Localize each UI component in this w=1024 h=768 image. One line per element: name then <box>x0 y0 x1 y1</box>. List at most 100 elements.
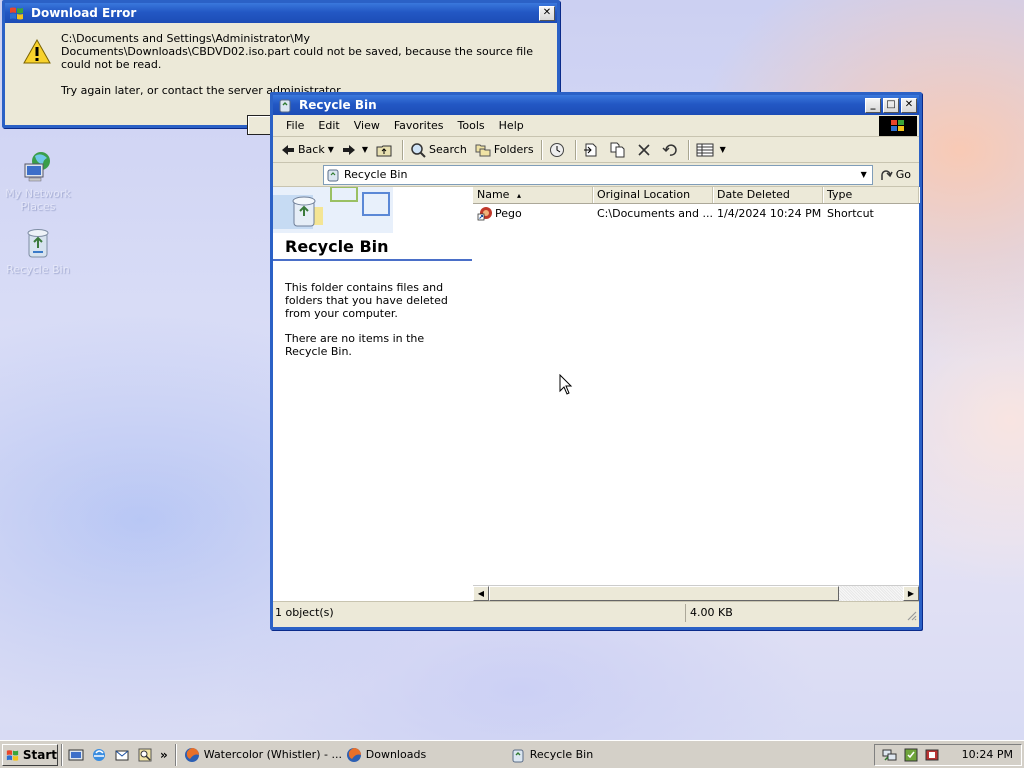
maximize-button[interactable]: □ <box>883 97 899 113</box>
delete-button[interactable] <box>633 139 658 161</box>
column-header-name[interactable]: Name ▴ <box>473 187 593 203</box>
taskbar: Start » Watercolor (Whistler) - ... Down… <box>0 740 1024 768</box>
menu-view[interactable]: View <box>347 119 387 132</box>
resize-grip-icon[interactable] <box>905 609 917 621</box>
taskbar-task-recycle-bin[interactable]: Recycle Bin <box>506 744 666 766</box>
system-tray: 10:24 PM <box>873 743 1022 766</box>
column-header-type[interactable]: Type <box>823 187 919 203</box>
search-icon[interactable] <box>135 745 155 765</box>
menu-tools[interactable]: Tools <box>451 119 492 132</box>
task-label: Recycle Bin <box>529 748 594 761</box>
menu-help[interactable]: Help <box>492 119 531 132</box>
dialog-close-button[interactable]: ✕ <box>539 5 555 21</box>
windows-flag-icon <box>10 7 23 20</box>
chevron-down-icon[interactable]: ▼ <box>720 145 726 154</box>
forward-button[interactable]: ▼ <box>338 139 372 161</box>
quick-launch: » <box>66 745 172 765</box>
menu-bar: File Edit View Favorites Tools Help <box>273 115 919 137</box>
internet-explorer-icon[interactable] <box>89 745 109 765</box>
menu-file[interactable]: File <box>279 119 311 132</box>
standard-toolbar: Back ▼ ▼ Search Folders ▼ <box>273 137 919 163</box>
address-input[interactable]: Recycle Bin ▼ <box>323 164 873 185</box>
toolbar-separator <box>540 139 542 160</box>
go-arrow-icon <box>880 169 893 180</box>
close-button[interactable]: ✕ <box>901 97 917 113</box>
start-button[interactable]: Start <box>2 743 58 766</box>
desktop-icon-network-places[interactable]: My Network Places <box>0 150 76 213</box>
minimize-button[interactable]: _ <box>865 97 881 113</box>
content-area: Recycle Bin This folder contains files a… <box>273 187 919 601</box>
task-pane-description: This folder contains files and folders t… <box>273 261 472 358</box>
scroll-left-button[interactable]: ◀ <box>473 586 489 601</box>
recycle-bin-icon <box>279 99 291 113</box>
up-folder-icon <box>376 145 392 156</box>
windows-flag-icon <box>6 749 19 761</box>
taskbar-task-watercolor[interactable]: Watercolor (Whistler) - ... <box>180 744 342 766</box>
search-button[interactable]: Search <box>406 139 471 161</box>
folders-label: Folders <box>493 143 534 156</box>
back-button[interactable]: Back ▼ <box>277 139 338 161</box>
taskbar-task-downloads[interactable]: Downloads <box>342 744 506 766</box>
move-to-button[interactable] <box>579 139 606 161</box>
hardware-tray-icon[interactable] <box>923 747 941 763</box>
scrollbar-track[interactable] <box>839 586 903 601</box>
security-tray-icon[interactable] <box>902 747 920 763</box>
toolbar-separator <box>574 139 576 160</box>
search-icon <box>411 142 426 158</box>
chevron-down-icon[interactable]: ▼ <box>856 166 872 184</box>
go-button[interactable]: Go <box>879 168 915 182</box>
horizontal-scrollbar[interactable]: ◀ ▶ <box>473 585 919 601</box>
history-clock-icon <box>549 142 564 157</box>
undo-icon <box>662 143 677 156</box>
chevron-down-icon[interactable]: ▼ <box>362 145 368 154</box>
window-title-bar[interactable]: Recycle Bin _ □ ✕ <box>273 95 919 115</box>
search-label: Search <box>429 143 467 156</box>
column-header-original-location[interactable]: Original Location <box>593 187 713 203</box>
scroll-right-button[interactable]: ▶ <box>903 586 919 601</box>
desktop-icon-recycle-bin[interactable]: Recycle Bin <box>0 226 76 276</box>
address-value: Recycle Bin <box>344 168 408 181</box>
item-type: Shortcut <box>827 206 874 220</box>
item-date-deleted: 1/4/2024 10:24 PM <box>717 206 822 220</box>
folders-button[interactable]: Folders <box>471 139 538 161</box>
toolbar-separator <box>687 139 689 160</box>
delete-x-icon <box>637 143 650 156</box>
system-clock[interactable]: 10:24 PM <box>962 748 1013 761</box>
item-original-location: C:\Documents and ... <box>597 206 713 220</box>
dialog-title-bar[interactable]: Download Error ✕ <box>5 3 557 23</box>
chevron-down-icon[interactable]: ▼ <box>328 145 334 154</box>
warning-icon <box>23 39 51 64</box>
scrollbar-thumb[interactable] <box>489 586 839 601</box>
network-tray-icon[interactable] <box>881 747 899 763</box>
address-bar: Recycle Bin ▼ Go <box>273 163 919 187</box>
undo-button[interactable] <box>658 139 685 161</box>
copy-to-button[interactable] <box>606 139 633 161</box>
history-button[interactable] <box>545 139 572 161</box>
task-label: Watercolor (Whistler) - ... <box>203 748 342 761</box>
task-pane-title: Recycle Bin <box>285 237 389 256</box>
desktop-icon-label: My Network Places <box>5 187 71 213</box>
forward-arrow-icon <box>342 144 355 155</box>
list-item[interactable]: Pego C:\Documents and ... 1/4/2024 10:24… <box>473 204 919 222</box>
quick-launch-more[interactable]: » <box>160 748 168 762</box>
sort-ascending-icon: ▴ <box>516 191 521 200</box>
recycle-bin-icon <box>292 196 316 227</box>
menu-edit[interactable]: Edit <box>311 119 346 132</box>
window-title: Recycle Bin <box>299 98 377 112</box>
empty-notice-text: There are no items in the Recycle Bin. <box>285 332 425 358</box>
item-name-cell: Pego <box>473 205 593 221</box>
show-desktop-icon[interactable] <box>66 745 86 765</box>
column-header-date-deleted[interactable]: Date Deleted <box>713 187 823 203</box>
views-button[interactable]: ▼ <box>692 139 730 161</box>
file-list: Name ▴ Original Location Date Deleted Ty… <box>472 187 919 601</box>
copy-to-icon <box>610 142 625 157</box>
outlook-express-icon[interactable] <box>112 745 132 765</box>
windows-logo-icon <box>879 116 917 136</box>
menu-favorites[interactable]: Favorites <box>387 119 451 132</box>
up-folder-button[interactable] <box>372 139 399 161</box>
views-icon <box>696 143 714 156</box>
taskbar-separator <box>61 743 63 766</box>
recycle-bin-window: Recycle Bin _ □ ✕ File Edit View Favorit… <box>270 92 922 630</box>
move-to-icon <box>583 143 597 156</box>
task-pane: Recycle Bin This folder contains files a… <box>273 187 473 601</box>
